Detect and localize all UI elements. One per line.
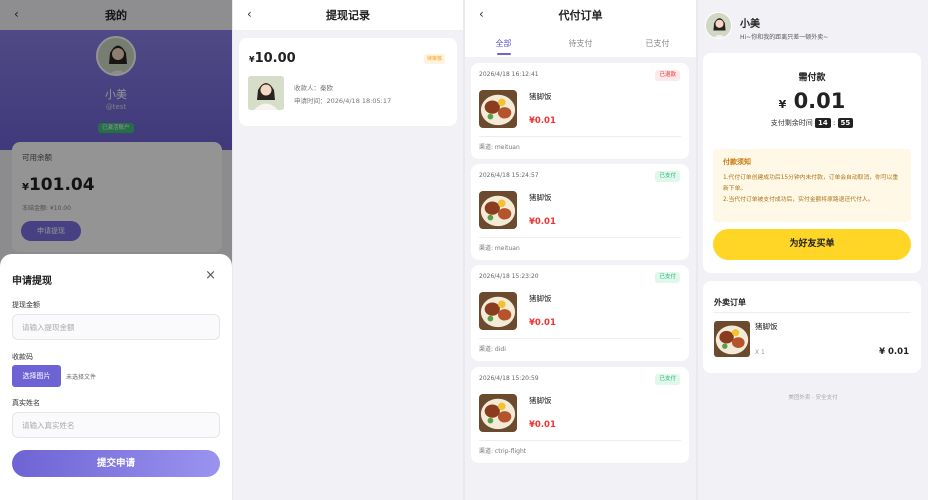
back-icon[interactable]: ‹: [479, 7, 484, 21]
order-channel: 渠道: didi: [479, 346, 506, 353]
upload-hint: 未选择文件: [66, 374, 97, 381]
order-time: 2026/4/18 15:23:20: [479, 273, 539, 280]
food-name: 猪脚饭: [529, 92, 552, 101]
food-name: 猪脚饭: [755, 322, 778, 331]
close-icon[interactable]: ×: [205, 268, 216, 283]
tab-paid[interactable]: 已支付: [619, 30, 696, 57]
pay-amount: ¥ 0.01: [778, 89, 846, 113]
name-input[interactable]: 请输入真实姓名: [12, 412, 220, 438]
order-price: ¥0.01: [529, 318, 556, 328]
food-name: 猪脚饭: [529, 193, 552, 202]
order-card[interactable]: 2026/4/18 16:12:41 已退款猪脚饭 ¥0.01 渠道: meituan: [471, 63, 689, 159]
time-line: 申请时间：2026/4/18 18:05:17: [294, 97, 392, 105]
user-row: [705, 12, 732, 39]
order-channel: 渠道: meituan: [479, 144, 520, 151]
food-qty: X 1: [755, 349, 765, 356]
countdown-seconds: 55: [837, 118, 854, 128]
food-name: 猪脚饭: [529, 294, 552, 303]
status-badge: 待审核: [423, 54, 445, 64]
user-slogan: Hi~你和我的距离只差一顿外卖~: [740, 34, 829, 41]
order-price: ¥0.01: [529, 217, 556, 227]
payee-line: 收款人：秦欧: [294, 84, 333, 92]
order-card[interactable]: 2026/4/18 15:23:20 已支付猪脚饭 ¥0.01 渠道: didi: [471, 265, 689, 361]
page-title: 提现记录: [326, 9, 370, 22]
amount-label: 提现金额: [12, 301, 40, 309]
order-channel: 渠道: meituan: [479, 245, 520, 252]
profile-screen: ‹ 我的 小美 @test 已激活账户 可用余额 ¥101.04 冻结金额: ¥…: [0, 0, 232, 500]
takeout-order-card: 外卖订单 猪脚饭 X 1 ¥ 0.01: [703, 281, 921, 373]
status-badge: 已支付: [655, 374, 680, 385]
order-card[interactable]: 2026/4/18 15:24:57 已支付猪脚饭 ¥0.01 渠道: meituan: [471, 164, 689, 260]
order-time: 2026/4/18 15:20:59: [479, 375, 539, 382]
takeout-title: 外卖订单: [714, 298, 746, 307]
order-price: ¥0.01: [529, 116, 556, 126]
avatar: [705, 12, 732, 39]
food-price: ¥ 0.01: [879, 347, 909, 357]
withdraw-records-screen: ‹ 提现记录 ¥10.00 待审核 收款人：秦欧 申请时间：2026/4/18 …: [233, 0, 463, 500]
withdraw-record[interactable]: ¥10.00 待审核 收款人：秦欧 申请时间：2026/4/18 18:05:1…: [239, 38, 457, 126]
amount-input[interactable]: 请输入提现金额: [12, 314, 220, 340]
back-icon[interactable]: ‹: [247, 7, 252, 21]
order-time: 2026/4/18 16:12:41: [479, 71, 539, 78]
tab-all[interactable]: 全部: [465, 30, 542, 57]
sheet-title: 申请提现: [12, 276, 52, 287]
pay-title: 需付款: [798, 73, 826, 83]
pay-for-friend-button[interactable]: 为好友买单: [713, 229, 911, 260]
food-name: 猪脚饭: [529, 396, 552, 405]
page-title: 代付订单: [558, 9, 603, 22]
name-label: 真实姓名: [12, 399, 40, 407]
user-name: 小美: [740, 19, 760, 30]
food-image: [479, 90, 517, 128]
submit-button[interactable]: 提交申请: [12, 450, 220, 477]
payment-notice: 付款须知 1.代付订单创建成功后15分钟内未付款，订单会自动取消，你可以重新下单…: [713, 149, 911, 222]
food-image: [479, 191, 517, 229]
notice-line: 2.当代付订单被支付成功后，实付金额将原路退还代付人。: [723, 197, 874, 203]
divider: [713, 312, 911, 313]
payment-card: 需付款 ¥ 0.01 支付剩余时间 14 : 55 付款须知 1.代付订单创建成…: [703, 53, 921, 273]
order-time: 2026/4/18 15:24:57: [479, 172, 539, 179]
food-image: [479, 394, 517, 432]
countdown-minutes: 14: [814, 118, 831, 128]
status-badge: 已支付: [655, 171, 680, 182]
qrcode-label: 收款码: [12, 353, 33, 361]
notice-title: 付款须知: [723, 158, 751, 166]
order-price: ¥0.01: [529, 420, 556, 430]
footer-note: 美团外卖 · 安全支付: [788, 395, 838, 401]
order-channel: 渠道: ctrip-flight: [479, 448, 527, 455]
navbar: ‹ 代付订单: [465, 0, 696, 30]
food-image: [714, 321, 750, 357]
navbar: ‹ 提现记录: [233, 0, 463, 30]
proxy-orders-screen: ‹ 代付订单 全部 待支付 已支付 2026/4/18 16:12:41 已退款猪…: [465, 0, 696, 500]
order-tabs: 全部 待支付 已支付: [465, 30, 696, 57]
divider: [479, 440, 681, 441]
countdown: 支付剩余时间 14 : 55: [703, 118, 921, 128]
payment-screen: 小美 Hi~你和我的距离只差一顿外卖~ 需付款 ¥ 0.01 支付剩余时间 14…: [698, 0, 928, 500]
divider: [479, 237, 681, 238]
divider: [479, 136, 681, 137]
qrcode-thumbnail[interactable]: [248, 76, 284, 110]
notice-line: 1.代付订单创建成功后15分钟内未付款，订单会自动取消，你可以重新下单。: [723, 175, 899, 192]
divider: [479, 338, 681, 339]
status-badge: 已支付: [655, 272, 680, 283]
food-image: [479, 292, 517, 330]
status-badge: 已退款: [655, 70, 680, 81]
order-card[interactable]: 2026/4/18 15:20:59 已支付猪脚饭 ¥0.01 渠道: ctrip-f…: [471, 367, 689, 463]
choose-image-button[interactable]: 选择图片: [12, 365, 61, 387]
record-amount: ¥10.00: [249, 51, 296, 66]
tab-pending[interactable]: 待支付: [542, 30, 619, 57]
